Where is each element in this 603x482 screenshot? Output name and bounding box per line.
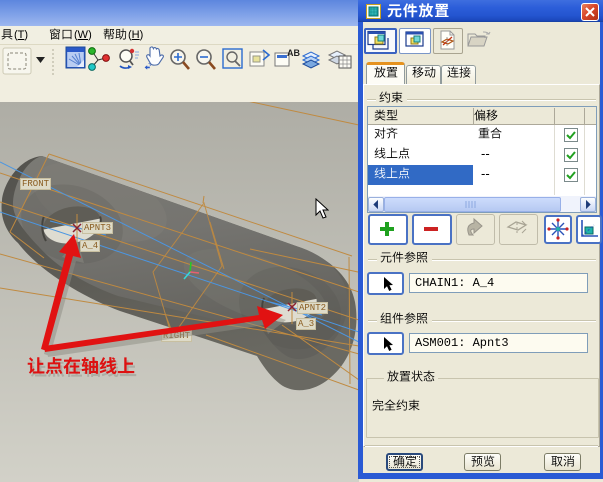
svg-text:AB: AB xyxy=(287,48,300,58)
